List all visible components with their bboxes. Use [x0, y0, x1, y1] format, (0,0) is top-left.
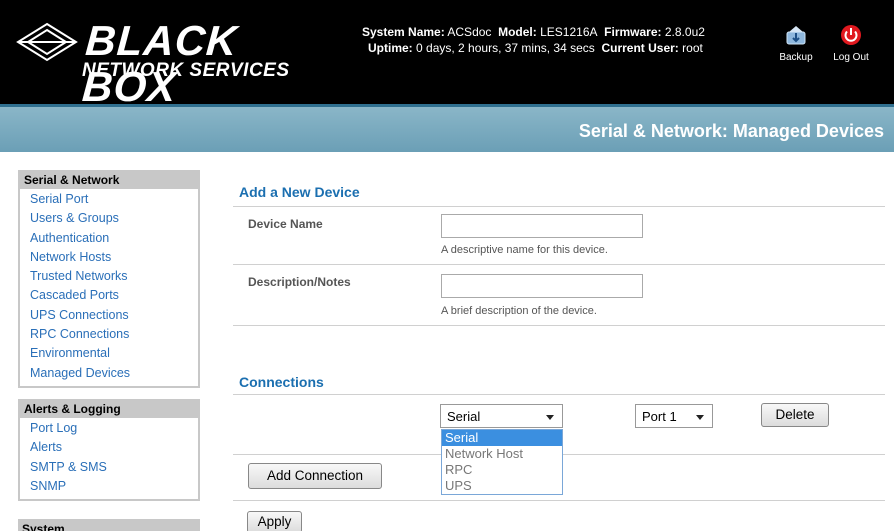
sidebar-item-trusted-networks[interactable]: Trusted Networks — [20, 267, 198, 286]
system-name-label: System Name: — [362, 25, 445, 39]
uptime-value: 0 days, 2 hours, 37 mins, 34 secs — [416, 41, 595, 55]
backup-label: Backup — [779, 52, 813, 63]
chevron-down-icon — [546, 415, 554, 420]
sidebar-item-snmp[interactable]: SNMP — [20, 477, 198, 496]
black-box-logo: BLACK BOX NETWORK SERVICES — [16, 17, 306, 110]
current-user-value: root — [682, 41, 703, 55]
apply-button[interactable]: Apply — [247, 511, 302, 531]
sidebar-item-rpc-connections[interactable]: RPC Connections — [20, 325, 198, 344]
device-name-hint: A descriptive name for this device. — [441, 244, 608, 256]
connection-type-select[interactable]: Serial — [440, 404, 563, 428]
divider — [233, 264, 885, 265]
sidebar-item-network-hosts[interactable]: Network Hosts — [20, 248, 198, 267]
add-connection-button[interactable]: Add Connection — [248, 463, 382, 489]
sidebar-item-managed-devices[interactable]: Managed Devices — [20, 364, 198, 383]
dropdown-option[interactable]: UPS — [442, 478, 562, 494]
backup-button[interactable]: Backup — [776, 24, 816, 63]
system-info-row-1: System Name: ACSdoc Model: LES1216A Firm… — [362, 24, 705, 40]
sidebar-nav: Serial & Network Serial Port Users & Gro… — [18, 170, 200, 512]
description-label: Description/Notes — [248, 275, 351, 289]
page-title: Serial & Network: Managed Devices — [578, 121, 884, 141]
firmware-label: Firmware: — [604, 25, 662, 39]
logo-sub-text: NETWORK SERVICES — [82, 60, 290, 81]
nav-group-title: Serial & Network — [24, 173, 120, 187]
logo-diamond-icon — [16, 22, 78, 62]
backup-icon — [786, 26, 806, 45]
connection-type-dropdown: Serial Network Host RPC UPS — [441, 429, 563, 495]
system-name-value: ACSdoc — [447, 25, 492, 39]
divider — [233, 206, 885, 207]
current-user-label: Current User: — [601, 41, 679, 55]
sidebar-item-cascaded-ports[interactable]: Cascaded Ports — [20, 286, 198, 305]
description-input[interactable] — [441, 274, 643, 298]
chevron-down-icon — [696, 415, 704, 420]
sidebar-item-alerts[interactable]: Alerts — [20, 438, 198, 457]
divider — [233, 325, 885, 326]
system-info: System Name: ACSdoc Model: LES1216A Firm… — [362, 24, 705, 56]
dropdown-option[interactable]: Network Host — [442, 446, 562, 462]
nav-group-serial-network: Serial & Network Serial Port Users & Gro… — [18, 170, 200, 388]
sidebar-item-smtp-sms[interactable]: SMTP & SMS — [20, 458, 198, 477]
device-name-input[interactable] — [441, 214, 643, 238]
divider — [233, 500, 885, 501]
sidebar-item-authentication[interactable]: Authentication — [20, 229, 198, 248]
port-value: Port 1 — [642, 409, 677, 424]
nav-group-title: Alerts & Logging — [24, 401, 121, 416]
add-device-heading: Add a New Device — [239, 184, 360, 200]
uptime-label: Uptime: — [368, 41, 413, 55]
nav-group-system-title[interactable]: System — [18, 519, 200, 531]
nav-group-alerts-logging: Alerts & Logging Port Log Alerts SMTP & … — [18, 398, 200, 502]
app-header: BLACK BOX NETWORK SERVICES System Name: … — [0, 0, 894, 110]
sidebar-item-environmental[interactable]: Environmental — [20, 344, 198, 363]
connection-type-value: Serial — [447, 409, 481, 424]
sidebar-item-users-groups[interactable]: Users & Groups — [20, 209, 198, 228]
sidebar-item-port-log[interactable]: Port Log — [20, 419, 198, 438]
dropdown-option[interactable]: RPC — [442, 462, 562, 478]
description-hint: A brief description of the device. — [441, 305, 597, 317]
page-title-bar: Serial & Network: Managed Devices — [0, 104, 894, 152]
model-label: Model: — [498, 25, 537, 39]
delete-connection-button[interactable]: Delete — [761, 403, 829, 427]
logout-button[interactable]: Log Out — [831, 24, 871, 63]
system-info-row-2: Uptime: 0 days, 2 hours, 37 mins, 34 sec… — [362, 40, 705, 56]
sidebar-item-serial-port[interactable]: Serial Port — [20, 190, 198, 209]
divider — [233, 394, 885, 395]
firmware-value: 2.8.0u2 — [664, 25, 705, 39]
logout-label: Log Out — [833, 52, 869, 63]
sidebar-item-ups-connections[interactable]: UPS Connections — [20, 306, 198, 325]
model-value: LES1216A — [540, 25, 598, 39]
connections-heading: Connections — [239, 374, 324, 390]
port-select[interactable]: Port 1 — [635, 404, 713, 428]
dropdown-option[interactable]: Serial — [442, 430, 562, 446]
device-name-label: Device Name — [248, 217, 323, 231]
power-icon — [841, 25, 861, 45]
